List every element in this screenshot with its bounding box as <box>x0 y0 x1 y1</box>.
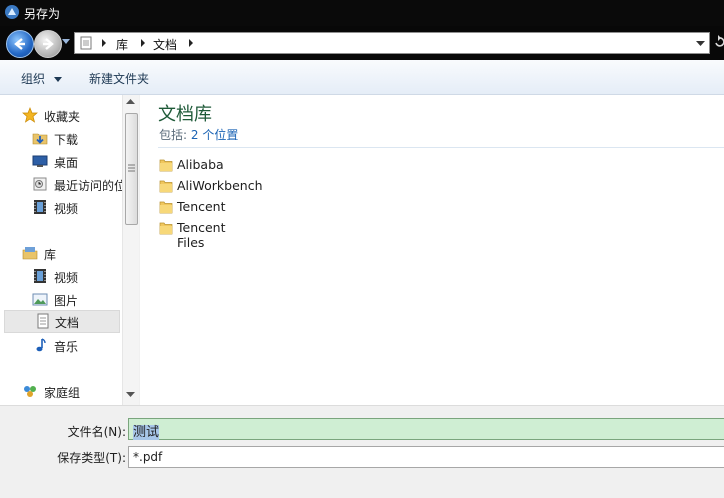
new-folder-button[interactable]: 新建文件夹 <box>89 70 149 87</box>
arrow-right-icon <box>43 38 54 50</box>
chevron-right-icon[interactable] <box>101 37 107 49</box>
favorites-label: 收藏夹 <box>44 110 81 124</box>
organize-label: 组织 <box>21 72 46 86</box>
chevron-right-icon[interactable] <box>188 37 194 49</box>
sidebar-item-label: 视频 <box>54 202 79 216</box>
folder-icon <box>159 159 173 172</box>
sidebar-item-label: 文档 <box>55 316 80 330</box>
arrow-left-icon <box>14 38 25 50</box>
homegroup-label: 家庭组 <box>44 386 81 400</box>
folder-name: Tencent Files <box>177 220 226 250</box>
chevron-down-icon[interactable] <box>696 41 705 47</box>
chevron-right-icon[interactable] <box>140 37 146 49</box>
document-library-icon <box>80 36 92 50</box>
save-form: 文件名(N): 测试 保存类型(T): *.pdf <box>0 405 724 498</box>
address-bar[interactable]: 库 文档 <box>74 32 710 54</box>
sidebar-item-documents[interactable]: 文档 <box>4 310 120 333</box>
sidebar-item-label: 音乐 <box>54 340 79 354</box>
film-icon <box>34 200 46 214</box>
homegroup-icon <box>24 386 36 397</box>
star-icon <box>22 107 38 123</box>
scrollbar-thumb[interactable] <box>125 113 138 225</box>
forward-button[interactable] <box>34 30 62 58</box>
filetype-select[interactable]: *.pdf <box>128 446 724 468</box>
breadcrumb-documents[interactable]: 文档 <box>153 36 177 53</box>
file-list-pane: 文档库 包括: 2 个位置 Alibaba AliWorkbench Tence… <box>140 95 724 405</box>
folder-name: Alibaba <box>177 157 224 172</box>
music-note-icon <box>36 338 46 352</box>
navigation-pane: 收藏夹 下载 桌面 最近访问的位 视频 库 视频 图片 文档 音乐 家庭组 <box>0 95 139 405</box>
sidebar-item-label: 最近访问的位 <box>54 179 127 193</box>
folder-name: Tencent <box>177 199 226 214</box>
library-icon <box>22 247 38 260</box>
library-title: 文档库 <box>158 104 212 125</box>
title-bar: 另存为 <box>0 0 724 26</box>
sidebar-item-label: 桌面 <box>54 156 79 170</box>
filename-input[interactable]: 测试 <box>128 418 724 440</box>
includes-label: 包括: <box>159 128 188 142</box>
sidebar-item-label: 视频 <box>54 271 79 285</box>
breadcrumb-libraries[interactable]: 库 <box>116 36 128 53</box>
navigation-scrollbar[interactable] <box>122 95 139 405</box>
filetype-label: 保存类型(T): <box>57 451 126 465</box>
folder-name: AliWorkbench <box>177 178 263 193</box>
window-title: 另存为 <box>24 7 61 21</box>
desktop-icon <box>32 155 48 167</box>
libraries-label: 库 <box>44 248 57 262</box>
folder-icon <box>159 180 173 193</box>
refresh-icon[interactable] <box>714 35 724 49</box>
scroll-up-icon[interactable] <box>126 99 135 105</box>
folder-icon <box>159 222 173 235</box>
command-toolbar: 组织 新建文件夹 <box>0 60 724 95</box>
app-icon <box>5 5 19 19</box>
library-includes: 包括: 2 个位置 <box>159 126 238 143</box>
chevron-down-icon <box>53 77 62 82</box>
filename-value: 测试 <box>133 425 160 440</box>
sidebar-item-label: 下载 <box>54 133 79 147</box>
film-icon <box>34 269 46 283</box>
sidebar-item-label: 图片 <box>54 294 79 308</box>
includes-locations-link[interactable]: 2 个位置 <box>191 128 238 142</box>
grip-icon <box>128 164 135 172</box>
divider <box>158 147 724 148</box>
navigation-bar: 库 文档 <box>0 26 724 60</box>
recent-places-icon <box>33 177 47 191</box>
scroll-down-icon[interactable] <box>126 392 135 398</box>
folder-icon <box>159 201 173 214</box>
back-button[interactable] <box>6 30 34 58</box>
filename-label: 文件名(N): <box>67 425 126 439</box>
document-icon <box>37 313 49 329</box>
history-dropdown-icon[interactable] <box>62 39 70 45</box>
picture-icon <box>32 293 48 306</box>
organize-menu-button[interactable]: 组织 <box>21 70 62 87</box>
download-folder-icon <box>32 133 48 145</box>
